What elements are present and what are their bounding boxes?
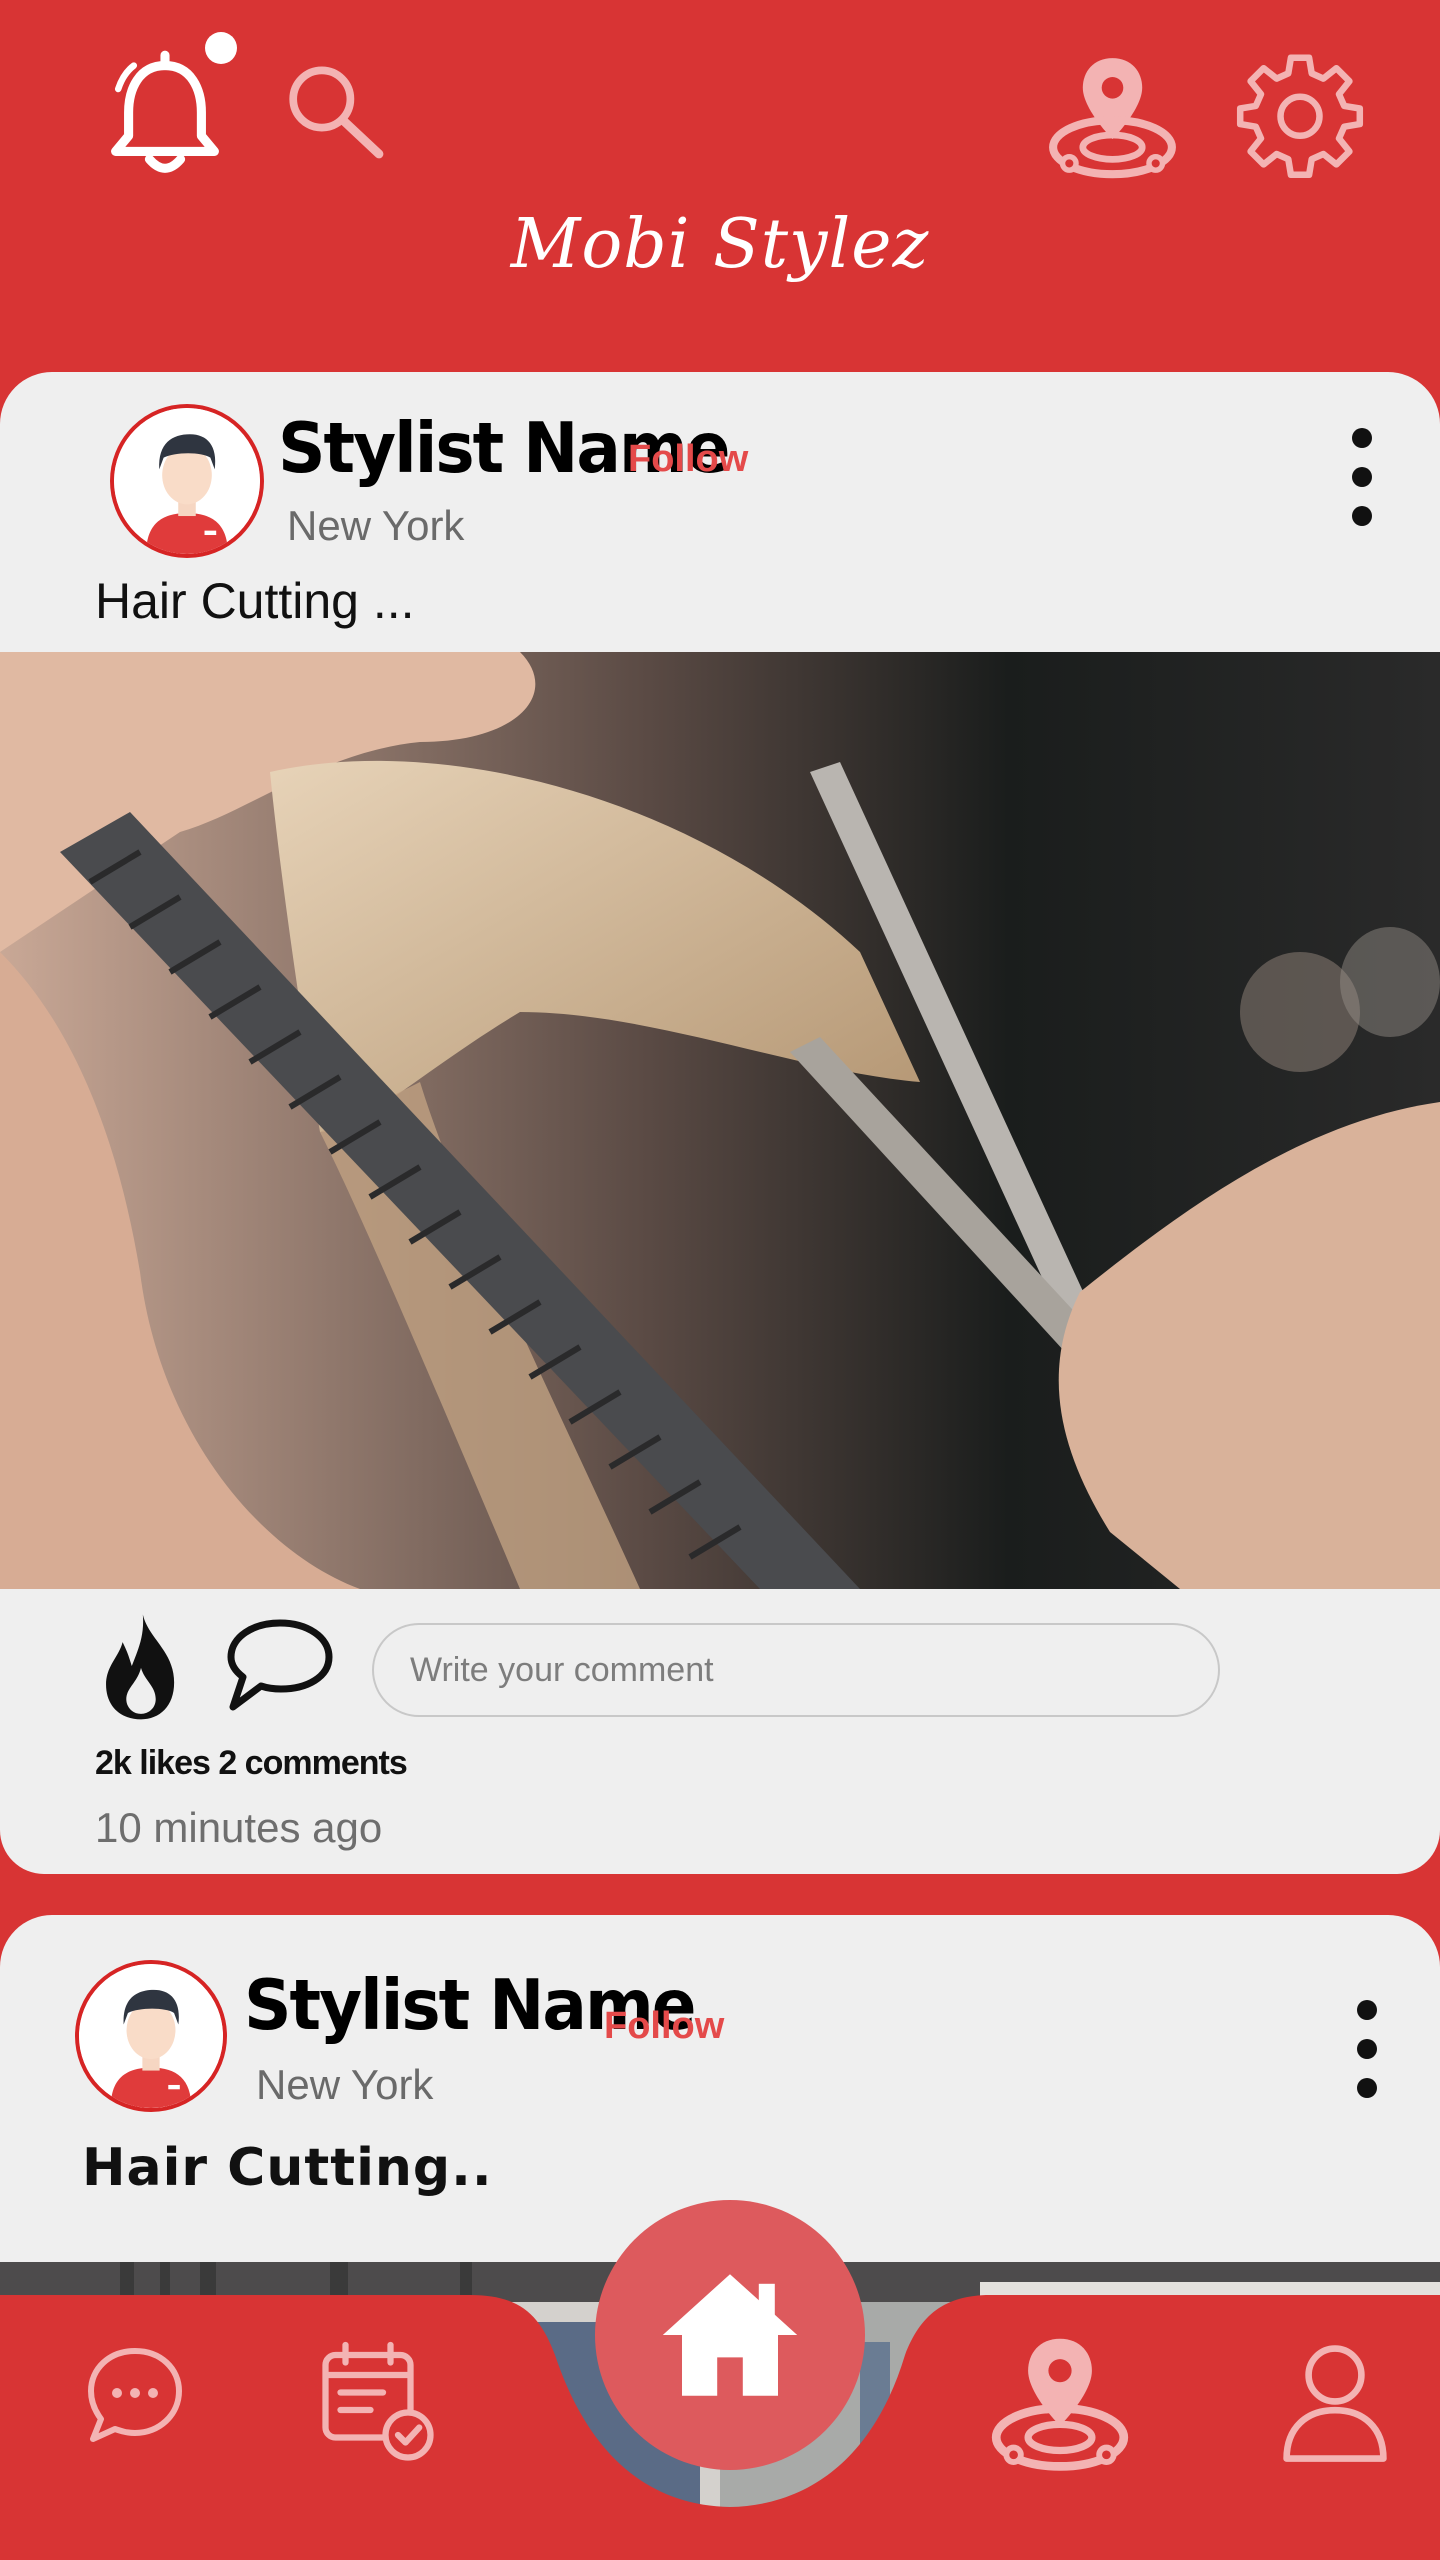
location-icon[interactable] bbox=[1040, 50, 1185, 185]
post-time: 10 minutes ago bbox=[95, 1804, 383, 1851]
stylist-city: New York bbox=[287, 502, 465, 549]
bell-icon[interactable] bbox=[100, 50, 230, 180]
comment-input[interactable] bbox=[372, 1623, 1220, 1717]
stylist-city: New York bbox=[256, 2061, 434, 2108]
app-header: Mobi Stylez bbox=[0, 0, 1440, 380]
post-card: Stylist Name Follow New York Hair Cuttin… bbox=[0, 372, 1440, 1874]
fire-icon[interactable] bbox=[95, 1610, 187, 1722]
notification-badge bbox=[205, 32, 237, 64]
user-icon[interactable] bbox=[1280, 2340, 1390, 2465]
comment-icon[interactable] bbox=[225, 1617, 335, 1713]
chat-icon[interactable] bbox=[85, 2345, 185, 2445]
avatar[interactable] bbox=[75, 1960, 227, 2112]
avatar[interactable] bbox=[110, 404, 264, 558]
more-options-icon[interactable] bbox=[1352, 2000, 1382, 2098]
home-icon bbox=[662, 2274, 798, 2396]
post-caption: Hair Cutting.. bbox=[82, 2138, 493, 2198]
post-image[interactable] bbox=[0, 652, 1440, 1589]
app-title: Mobi Stylez bbox=[510, 205, 930, 284]
home-button[interactable] bbox=[595, 2200, 865, 2470]
post-stats[interactable]: 2k likes 2 comments bbox=[95, 1744, 408, 1783]
post-caption: Hair Cutting ... bbox=[95, 573, 415, 629]
follow-button[interactable]: Follow bbox=[604, 2005, 724, 2048]
more-options-icon[interactable] bbox=[1347, 428, 1377, 526]
follow-button[interactable]: Follow bbox=[628, 438, 748, 481]
location-icon[interactable] bbox=[985, 2333, 1135, 2478]
gear-icon[interactable] bbox=[1235, 50, 1365, 180]
calendar-check-icon[interactable] bbox=[318, 2340, 443, 2465]
search-icon[interactable] bbox=[275, 55, 395, 165]
